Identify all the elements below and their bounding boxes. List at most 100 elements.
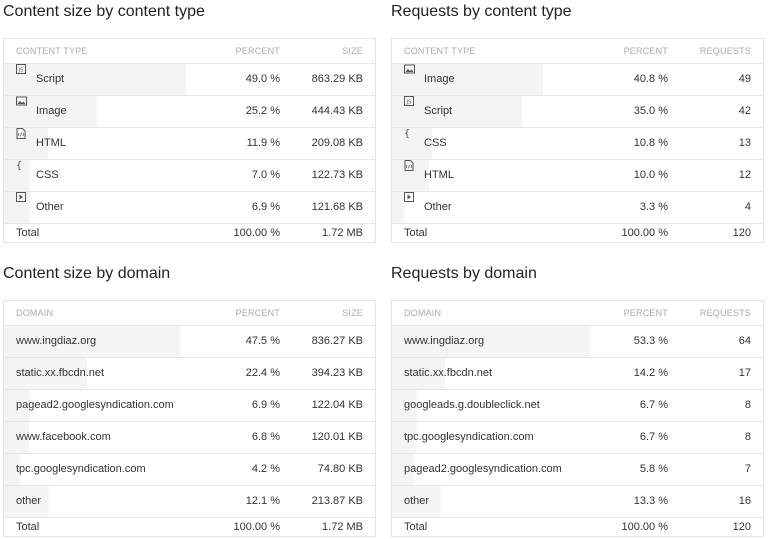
row-value: 17 (738, 367, 751, 379)
row-value: 863.29 KB (311, 73, 363, 85)
row-label: www.facebook.com (16, 431, 111, 443)
column-header-percent: PERCENT (235, 308, 280, 318)
panel-title: Content size by domain (3, 265, 171, 282)
panel-requests-by-domain: Requests by domain DOMAIN PERCENT REQUES… (391, 262, 764, 537)
column-header-value: REQUESTS (699, 308, 751, 318)
row-label: Other (424, 201, 452, 213)
row-label: Script (36, 73, 65, 85)
panel-requests-by-type: Requests by content type CONTENT TYPE PE… (391, 0, 764, 243)
row-label: tpc.googlesyndication.com (404, 431, 534, 443)
row-label: www.ingdiaz.org (16, 335, 97, 347)
row-label: HTML (36, 137, 66, 149)
column-header-value: SIZE (342, 308, 363, 318)
svg-text:{ }: { } (16, 161, 28, 171)
column-header-name: DOMAIN (404, 308, 442, 318)
row-value: 209.08 KB (311, 137, 363, 149)
total-value: 1.72 MB (322, 521, 363, 533)
table-row: static.xx.fbcdn.net 22.4 % 394.23 KB (4, 358, 375, 390)
panel-title: Requests by content type (391, 3, 572, 20)
row-value: 8 (744, 431, 751, 443)
row-value: 42 (738, 105, 751, 117)
table-row: pagead2.googlesyndication.com 5.8 % 7 (392, 454, 763, 486)
row-value: 8 (744, 399, 751, 411)
table-body: www.ingdiaz.org 53.3 % 64 static.xx.fbcdn.n… (392, 326, 763, 518)
row-percent: 6.8 % (251, 431, 280, 443)
table-row: googleads.g.doubleclick.net 6.7 % 8 (392, 390, 763, 422)
js-file-icon: JS (16, 64, 26, 74)
row-percent: 12.1 % (245, 495, 280, 507)
row-label: pagead2.googlesyndication.com (16, 399, 174, 411)
svg-text:JS: JS (18, 68, 24, 74)
image-icon (404, 64, 415, 74)
table-row: Other 6.9 % 121.68 KB (4, 192, 375, 224)
image-icon (16, 96, 27, 106)
js-file-icon: JS (404, 96, 414, 106)
total-percent: 100.00 % (233, 227, 280, 239)
row-percent: 14.2 % (633, 367, 668, 379)
table-total-row: Total 100.00 % 120 (392, 224, 763, 242)
curly-braces-icon: { } (404, 128, 416, 139)
table-row: www.ingdiaz.org 47.5 % 836.27 KB (4, 326, 375, 358)
column-header-percent: PERCENT (235, 46, 280, 56)
stats-table: DOMAIN PERCENT SIZE www.ingdiaz.org 47.5 … (3, 300, 376, 537)
row-value: 4 (744, 201, 751, 213)
table-row: static.xx.fbcdn.net 14.2 % 17 (392, 358, 763, 390)
table-body: Image 40.8 % 49 JS Script 35.0 % 42 { } CSS 10.8 … (392, 64, 763, 224)
column-header-percent: PERCENT (623, 46, 668, 56)
table-row: { } CSS 7.0 % 122.73 KB (4, 160, 375, 192)
table-body: www.ingdiaz.org 47.5 % 836.27 KB static.xx.… (4, 326, 375, 518)
total-label: Total (16, 521, 40, 533)
row-percent: 10.0 % (633, 169, 668, 181)
curly-braces-icon: { } (16, 160, 28, 171)
table-header: DOMAIN PERCENT SIZE (4, 301, 375, 326)
row-label: static.xx.fbcdn.net (16, 367, 105, 379)
table-total-row: Total 100.00 % 1.72 MB (4, 518, 375, 536)
row-label: pagead2.googlesyndication.com (404, 463, 562, 475)
row-label: HTML (424, 169, 454, 181)
row-percent: 4.2 % (251, 463, 280, 475)
panel-title: Requests by domain (391, 265, 537, 282)
column-header-value: SIZE (342, 46, 363, 56)
row-percent: 7.0 % (251, 169, 280, 181)
row-label: other (404, 495, 430, 507)
total-value: 120 (732, 521, 751, 533)
total-percent: 100.00 % (233, 521, 280, 533)
table-row: www.ingdiaz.org 53.3 % 64 (392, 326, 763, 358)
row-percent: 53.3 % (633, 335, 668, 347)
stats-table: CONTENT TYPE PERCENT SIZE JS Script 49.0 %… (3, 38, 376, 243)
table-header: CONTENT TYPE PERCENT REQUESTS (392, 39, 763, 64)
percent-bar (392, 192, 405, 223)
play-icon (404, 192, 414, 202)
table-total-row: Total 100.00 % 120 (392, 518, 763, 536)
table-row: { } CSS 10.8 % 13 (392, 128, 763, 160)
row-percent: 25.2 % (245, 105, 280, 117)
row-label: Script (424, 105, 453, 117)
total-percent: 100.00 % (621, 521, 668, 533)
row-value: 120.01 KB (311, 431, 363, 443)
column-header-percent: PERCENT (623, 308, 668, 318)
panel-content-size-by-type: Content size by content type CONTENT TYP… (3, 0, 376, 243)
total-percent: 100.00 % (621, 227, 668, 239)
row-label: other (16, 495, 42, 507)
row-value: 7 (744, 463, 751, 475)
row-percent: 6.9 % (251, 201, 280, 213)
table-row: JS Script 35.0 % 42 (392, 96, 763, 128)
row-value: 64 (738, 335, 751, 347)
row-label: googleads.g.doubleclick.net (404, 399, 540, 411)
total-label: Total (16, 227, 40, 239)
row-percent: 35.0 % (633, 105, 668, 117)
row-value: 16 (738, 495, 751, 507)
table-row: pagead2.googlesyndication.com 6.9 % 122.04… (4, 390, 375, 422)
column-header-name: CONTENT TYPE (404, 46, 476, 56)
table-header: DOMAIN PERCENT REQUESTS (392, 301, 763, 326)
row-percent: 40.8 % (633, 73, 668, 85)
total-value: 120 (732, 227, 751, 239)
row-label: CSS (424, 137, 447, 149)
row-percent: 6.7 % (639, 431, 668, 443)
row-percent: 6.7 % (639, 399, 668, 411)
row-value: 394.23 KB (311, 367, 363, 379)
table-row: other 12.1 % 213.87 KB (4, 486, 375, 518)
row-value: 13 (738, 137, 751, 149)
table-total-row: Total 100.00 % 1.72 MB (4, 224, 375, 242)
row-value: 444.43 KB (311, 105, 363, 117)
